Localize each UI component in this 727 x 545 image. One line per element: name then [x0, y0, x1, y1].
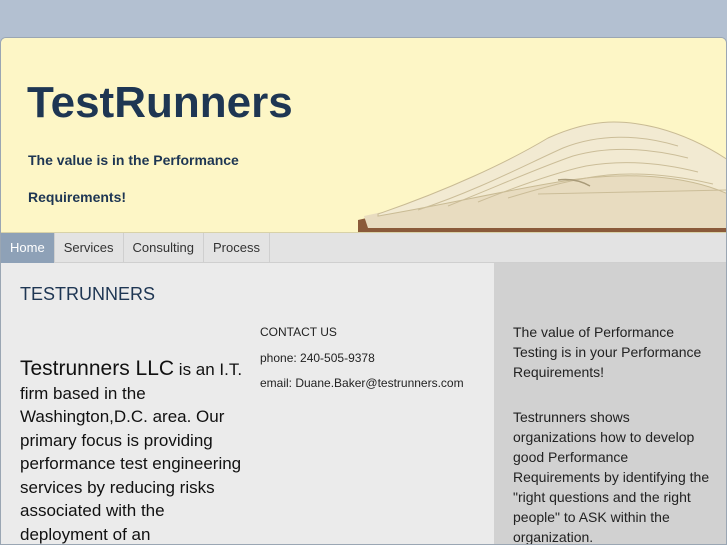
sidebar-paragraph: Testrunners shows organizations how to d… [513, 409, 710, 545]
main-content: TESTRUNNERS Testrunners LLC is an I.T. f… [1, 263, 494, 544]
contact-email[interactable]: email: Duane.Baker@testrunners.com [260, 376, 464, 402]
nav-item-consulting[interactable]: Consulting [124, 233, 204, 263]
section-title: TESTRUNNERS [20, 284, 156, 304]
nav-item-services[interactable]: Services [55, 233, 124, 263]
site-title[interactable]: TestRunners [27, 78, 293, 128]
sidebar: The value of Performance Testing is in y… [494, 263, 726, 545]
page-container: TestRunners The value is in the Performa… [0, 37, 727, 545]
contact-block: CONTACT US phone: 240-505-9378 email: Du… [260, 325, 464, 402]
intro-text: is an I.T. firm based in the Washington,… [20, 360, 243, 544]
sidebar-paragraph: The value of Performance Testing is in y… [513, 324, 702, 380]
main-nav: Home Services Consulting Process [1, 233, 726, 263]
nav-item-home[interactable]: Home [1, 233, 55, 263]
site-tagline: The value is in the Performance Requirem… [28, 152, 239, 205]
open-book-image [358, 121, 726, 232]
site-header: TestRunners The value is in the Performa… [1, 38, 726, 233]
contact-heading: CONTACT US [260, 325, 337, 339]
nav-item-process[interactable]: Process [204, 233, 270, 263]
contact-phone: phone: 240-505-9378 [260, 350, 375, 365]
intro-paragraph: Testrunners LLC is an I.T. firm based in… [20, 357, 245, 544]
company-name: Testrunners LLC [20, 357, 175, 380]
